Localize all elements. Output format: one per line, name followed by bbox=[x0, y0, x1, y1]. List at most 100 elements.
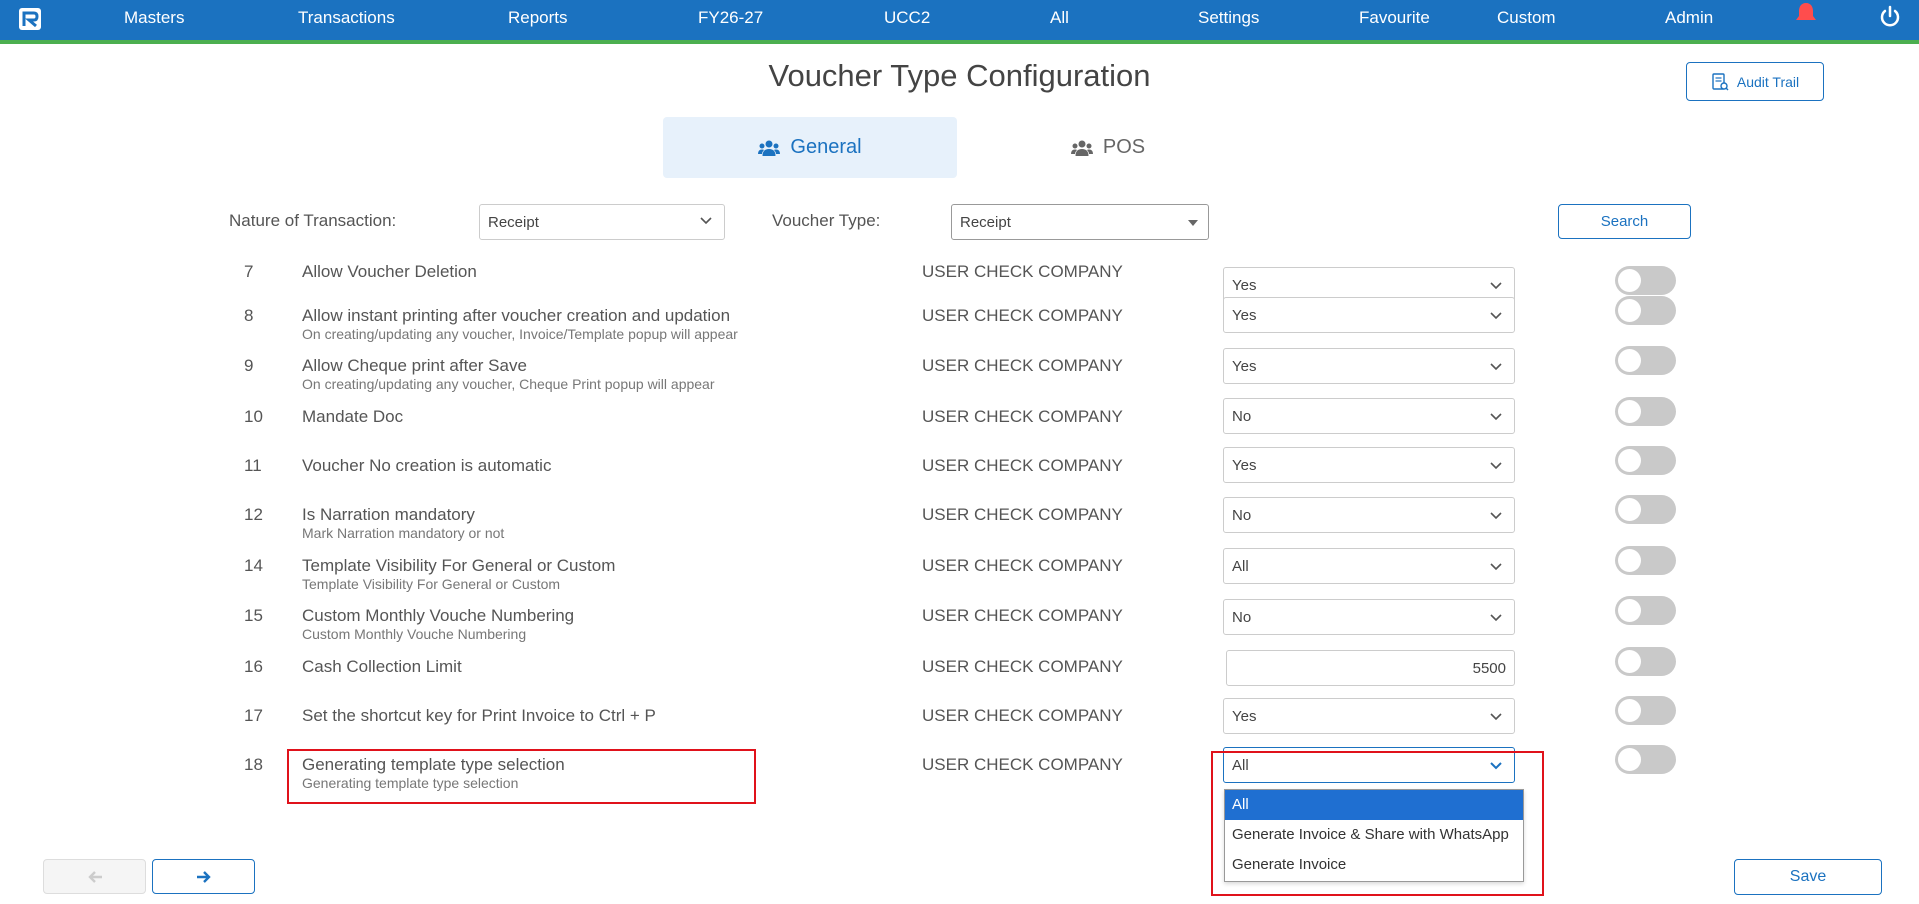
row-title: Mandate Doc bbox=[302, 407, 404, 426]
nav-transactions[interactable]: Transactions bbox=[298, 0, 395, 40]
dropdown-option-generate-share-whatsapp[interactable]: Generate Invoice & Share with WhatsApp bbox=[1225, 820, 1523, 850]
toggle-knob bbox=[1618, 299, 1641, 322]
row-toggle[interactable] bbox=[1615, 647, 1676, 676]
chevron-down-icon bbox=[1490, 512, 1502, 520]
chevron-down-icon bbox=[1490, 713, 1502, 721]
row-subtitle: Template Visibility For General or Custo… bbox=[302, 576, 561, 592]
cash-collection-limit-input[interactable]: 5500 bbox=[1226, 650, 1515, 686]
row-toggle[interactable] bbox=[1615, 446, 1676, 475]
row-value-select[interactable]: Yes bbox=[1223, 297, 1515, 333]
highlight-box-setting bbox=[287, 749, 756, 804]
chevron-down-icon bbox=[1490, 363, 1502, 371]
row-number: 10 bbox=[244, 407, 263, 426]
audit-trail-button[interactable]: Audit Trail bbox=[1686, 62, 1824, 101]
voucher-type-select[interactable]: Receipt bbox=[951, 204, 1209, 240]
chevron-down-icon bbox=[1490, 462, 1502, 470]
row-value: 5500 bbox=[1472, 659, 1506, 677]
row-subtitle: Mark Narration mandatory or not bbox=[302, 525, 505, 541]
bell-icon[interactable] bbox=[1794, 2, 1818, 24]
row-title: Allow instant printing after voucher cre… bbox=[302, 306, 731, 325]
navbar-accent-line bbox=[0, 40, 1919, 44]
row-company: USER CHECK COMPANY bbox=[922, 755, 1123, 774]
row-toggle[interactable] bbox=[1615, 745, 1676, 774]
row-title: Allow Cheque print after Save bbox=[302, 356, 527, 375]
nature-of-transaction-select[interactable]: Receipt bbox=[479, 204, 725, 240]
row-number: 7 bbox=[244, 265, 254, 281]
row-company: USER CHECK COMPANY bbox=[922, 456, 1123, 475]
row-toggle[interactable] bbox=[1615, 397, 1676, 426]
row-value-select[interactable]: Yes bbox=[1223, 447, 1515, 483]
row-number: 11 bbox=[244, 456, 262, 475]
row-value-select[interactable]: No bbox=[1223, 599, 1515, 635]
row-value: No bbox=[1232, 407, 1252, 425]
chevron-down-icon bbox=[1490, 413, 1502, 421]
row-number: 8 bbox=[244, 306, 254, 325]
dropdown-option-all[interactable]: All bbox=[1225, 790, 1523, 820]
row-value-select[interactable]: Yes bbox=[1223, 348, 1515, 384]
row-company: USER CHECK COMPANY bbox=[922, 306, 1123, 325]
row-company: USER CHECK COMPANY bbox=[922, 706, 1123, 725]
row-toggle[interactable] bbox=[1615, 296, 1676, 325]
row-number: 18 bbox=[244, 755, 263, 774]
toggle-knob bbox=[1618, 449, 1641, 472]
row-value-select[interactable]: No bbox=[1223, 398, 1515, 434]
nav-all[interactable]: All bbox=[1050, 0, 1069, 40]
nature-of-transaction-value: Receipt bbox=[488, 213, 539, 231]
toggle-knob bbox=[1618, 599, 1641, 622]
save-button[interactable]: Save bbox=[1734, 859, 1882, 895]
top-navbar: Masters Transactions Reports FY26-27 UCC… bbox=[0, 0, 1919, 40]
nav-reports[interactable]: Reports bbox=[508, 0, 568, 40]
row-toggle[interactable] bbox=[1615, 266, 1676, 295]
row-title: Is Narration mandatory bbox=[302, 505, 475, 524]
chevron-down-icon bbox=[700, 217, 712, 225]
toggle-knob bbox=[1618, 748, 1641, 771]
toggle-knob bbox=[1618, 549, 1641, 572]
dropdown-option-generate-invoice[interactable]: Generate Invoice bbox=[1225, 850, 1523, 880]
settings-list: 7 Allow Voucher Deletion USER CHECK COMP… bbox=[0, 265, 1919, 820]
toggle-knob bbox=[1618, 498, 1641, 521]
row-title: Cash Collection Limit bbox=[302, 657, 462, 676]
next-button[interactable] bbox=[152, 859, 255, 894]
toggle-knob bbox=[1618, 699, 1641, 722]
caret-down-icon bbox=[1188, 220, 1198, 226]
row-title: Allow Voucher Deletion bbox=[302, 265, 477, 281]
row-toggle[interactable] bbox=[1615, 546, 1676, 575]
row-subtitle: On creating/updating any voucher, Invoic… bbox=[302, 326, 738, 342]
row-value: No bbox=[1232, 506, 1252, 524]
row-value: Yes bbox=[1232, 707, 1257, 725]
row-toggle[interactable] bbox=[1615, 696, 1676, 725]
nav-company[interactable]: UCC2 bbox=[884, 0, 930, 40]
tab-general[interactable]: General bbox=[663, 117, 957, 178]
row-toggle[interactable] bbox=[1615, 495, 1676, 524]
previous-button[interactable] bbox=[43, 859, 146, 894]
nav-settings[interactable]: Settings bbox=[1198, 0, 1259, 40]
voucher-type-label: Voucher Type: bbox=[772, 211, 881, 230]
nav-custom[interactable]: Custom bbox=[1497, 0, 1556, 40]
nav-favourite[interactable]: Favourite bbox=[1359, 0, 1430, 40]
nav-financial-year[interactable]: FY26-27 bbox=[698, 0, 763, 40]
search-button[interactable]: Search bbox=[1558, 204, 1691, 239]
row-value-select[interactable]: All bbox=[1223, 548, 1515, 584]
row-value: Yes bbox=[1232, 456, 1257, 474]
row-company: USER CHECK COMPANY bbox=[922, 657, 1123, 676]
audit-trail-label: Audit Trail bbox=[1736, 73, 1800, 90]
page-title: Voucher Type Configuration bbox=[768, 58, 1151, 93]
arrow-right-icon bbox=[196, 870, 211, 883]
nav-masters[interactable]: Masters bbox=[124, 0, 184, 40]
arrow-left-icon bbox=[87, 870, 102, 883]
app-logo-icon[interactable] bbox=[18, 7, 42, 31]
row-value: Yes bbox=[1232, 357, 1257, 375]
row-company: USER CHECK COMPANY bbox=[922, 606, 1123, 625]
toggle-knob bbox=[1618, 400, 1641, 423]
nav-admin[interactable]: Admin bbox=[1665, 0, 1713, 40]
row-toggle[interactable] bbox=[1615, 596, 1676, 625]
row-number: 9 bbox=[244, 356, 254, 375]
row-company: USER CHECK COMPANY bbox=[922, 265, 1123, 281]
tab-pos-label: POS bbox=[1102, 136, 1146, 158]
row-value-select[interactable]: Yes bbox=[1223, 698, 1515, 734]
tab-pos[interactable]: POS bbox=[961, 117, 1255, 178]
row-value-select[interactable]: No bbox=[1223, 497, 1515, 533]
row-toggle[interactable] bbox=[1615, 346, 1676, 375]
row-title: Set the shortcut key for Print Invoice t… bbox=[302, 706, 656, 725]
power-icon[interactable] bbox=[1878, 5, 1902, 29]
